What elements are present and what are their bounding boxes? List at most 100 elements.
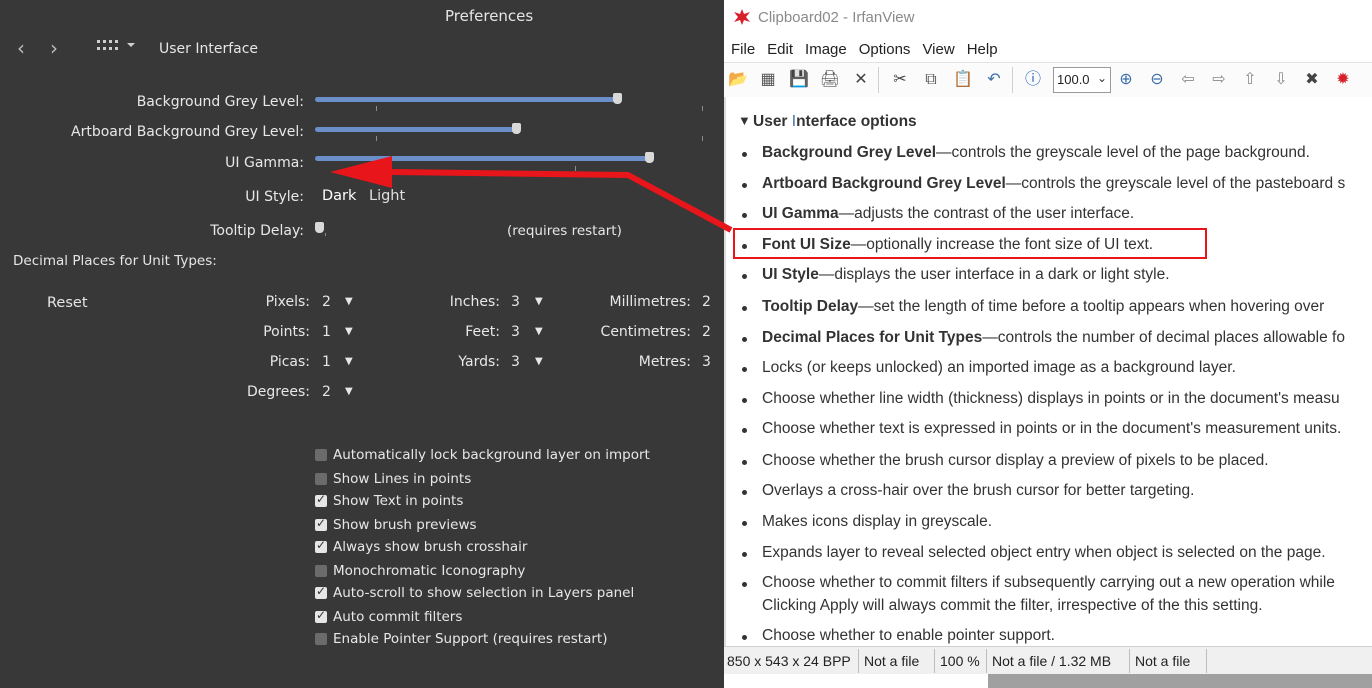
zoom-in-icon[interactable]: ⊕ (1115, 69, 1137, 91)
checkbox-auto-lock-background[interactable] (315, 449, 327, 461)
list-item-text: Choose whether line width (thickness) di… (762, 390, 1340, 407)
unit-millimetres-label: Millimetres: (609, 294, 691, 310)
checkbox-show-text-in-points[interactable] (315, 492, 327, 507)
status-separator (934, 649, 935, 673)
ui-gamma-thumb[interactable] (645, 152, 654, 163)
undo-icon[interactable]: ↶ (983, 69, 1005, 91)
checkbox-label: Show brush previews (333, 517, 477, 533)
heading-text-post: nterface options (796, 113, 917, 130)
print-icon[interactable]: 🖨 (819, 69, 841, 91)
bullet-icon (742, 306, 747, 311)
zoom-out-icon[interactable]: ⊖ (1146, 69, 1168, 91)
reset-button[interactable]: Reset (47, 295, 88, 311)
checkbox-show-lines-in-points[interactable] (315, 473, 327, 485)
menu-view[interactable]: View (922, 38, 954, 58)
first-page-icon[interactable]: ⇧ (1239, 69, 1261, 91)
back-icon[interactable]: ‹ (17, 36, 25, 60)
unit-yards-label: Yards: (458, 354, 500, 370)
open-folder-icon[interactable]: 📂 (727, 69, 749, 91)
list-item-text: Choose whether the brush cursor display … (762, 452, 1269, 469)
chevron-down-icon[interactable]: ▼ (345, 356, 353, 367)
background-grey-level-slider[interactable] (315, 97, 618, 102)
status-file: Not a file (864, 653, 920, 669)
bullet-icon (742, 428, 747, 433)
chevron-down-icon[interactable]: ▼ (535, 296, 543, 307)
list-item: Decimal Places for Unit Types—controls t… (762, 329, 1345, 347)
list-item: Artboard Background Grey Level—controls … (762, 175, 1345, 193)
chevron-down-icon[interactable]: ▼ (535, 356, 543, 367)
list-item: Overlays a cross-hair over the brush cur… (762, 482, 1194, 500)
unit-feet-value[interactable]: 3 (511, 324, 520, 340)
checkbox-monochromatic-iconography[interactable] (315, 565, 327, 577)
menu-help[interactable]: Help (967, 38, 998, 58)
checkbox-auto-scroll-layers[interactable] (315, 584, 327, 599)
unit-degrees-label: Degrees: (247, 384, 310, 400)
artboard-grey-level-thumb[interactable] (512, 123, 521, 134)
unit-yards-value[interactable]: 3 (511, 354, 520, 370)
paste-icon[interactable]: 📋 (952, 69, 974, 91)
chevron-down-icon[interactable]: ▼ (345, 386, 353, 397)
bottom-strip-dark (988, 674, 1372, 688)
grid-menu-icon[interactable] (97, 37, 137, 59)
checkbox-show-brush-previews[interactable] (315, 516, 327, 531)
slider-tick (575, 166, 576, 171)
status-file-2: Not a file (1135, 653, 1191, 669)
settings-tools-icon[interactable]: ✖ (1301, 69, 1323, 91)
delete-icon[interactable]: ✕ (850, 69, 872, 91)
unit-inches-value[interactable]: 3 (511, 294, 520, 310)
chevron-down-icon[interactable]: ▼ (345, 326, 353, 337)
status-zoom: 100 % (940, 653, 980, 669)
cut-icon[interactable]: ✂ (889, 69, 911, 91)
info-icon[interactable]: ⓘ (1022, 69, 1044, 91)
copy-icon[interactable]: ⧉ (920, 69, 942, 91)
list-item-term: Tooltip Delay (762, 298, 859, 315)
ui-style-dark-option[interactable]: Dark (322, 188, 356, 204)
unit-picas-value[interactable]: 1 (322, 354, 331, 370)
artboard-grey-level-slider[interactable] (315, 127, 517, 132)
tooltip-delay-label: Tooltip Delay: (210, 223, 304, 239)
forward-icon[interactable]: › (50, 36, 58, 60)
zoom-value: 100.0 (1057, 72, 1090, 87)
previous-icon[interactable]: ⇦ (1177, 69, 1199, 91)
unit-picas-label: Picas: (269, 354, 310, 370)
save-icon[interactable]: 💾 (788, 69, 810, 91)
unit-metres-value[interactable]: 3 (702, 354, 711, 370)
unit-points-label: Points: (263, 324, 310, 340)
list-item: Expands layer to reveal selected object … (762, 544, 1326, 562)
next-icon[interactable]: ⇨ (1208, 69, 1230, 91)
bullet-icon (742, 274, 747, 279)
unit-inches-label: Inches: (449, 294, 500, 310)
slider-tick (376, 106, 377, 111)
toolbar: 📂 ▦ 💾 🖨 ✕ ✂ ⧉ 📋 ↶ ⓘ 100.0 ⌄ ⊕ ⊖ ⇦ ⇨ ⇧ ⇩ … (724, 62, 1372, 98)
unit-centimetres-value[interactable]: 2 (702, 324, 711, 340)
irfanview-about-icon[interactable]: ✹ (1332, 69, 1354, 91)
menu-edit[interactable]: Edit (767, 38, 793, 58)
chevron-down-icon[interactable]: ▼ (345, 296, 353, 307)
unit-degrees-value[interactable]: 2 (322, 384, 331, 400)
menu-options[interactable]: Options (859, 38, 911, 58)
checkbox-auto-commit-filters[interactable] (315, 608, 327, 623)
unit-millimetres-value[interactable]: 2 (702, 294, 711, 310)
unit-pixels-value[interactable]: 2 (322, 294, 331, 310)
thumbnails-icon[interactable]: ▦ (757, 69, 779, 91)
chevron-down-icon[interactable]: ▼ (535, 326, 543, 337)
toolbar-separator (878, 67, 879, 93)
checkbox-label: Show Text in points (333, 493, 464, 509)
unit-pixels-label: Pixels: (265, 294, 310, 310)
unit-points-value[interactable]: 1 (322, 324, 331, 340)
ui-gamma-slider[interactable] (315, 156, 649, 161)
background-grey-level-thumb[interactable] (613, 93, 622, 104)
list-item-text: Overlays a cross-hair over the brush cur… (762, 482, 1195, 499)
checkbox-label: Auto commit filters (333, 609, 463, 625)
collapse-icon[interactable]: ▼ (738, 113, 751, 128)
checkbox-enable-pointer-support[interactable] (315, 633, 327, 645)
tooltip-delay-thumb[interactable] (315, 222, 324, 233)
menu-file[interactable]: File (731, 38, 755, 58)
last-page-icon[interactable]: ⇩ (1270, 69, 1292, 91)
checkbox-always-show-brush-crosshair[interactable] (315, 538, 327, 553)
zoom-select[interactable]: 100.0 ⌄ (1053, 67, 1111, 93)
ui-style-light-option[interactable]: Light (369, 188, 405, 204)
chevron-down-icon[interactable]: ⌄ (1097, 71, 1107, 85)
list-item-text: Choose whether to commit filters if subs… (762, 574, 1335, 591)
menu-image[interactable]: Image (805, 38, 847, 58)
